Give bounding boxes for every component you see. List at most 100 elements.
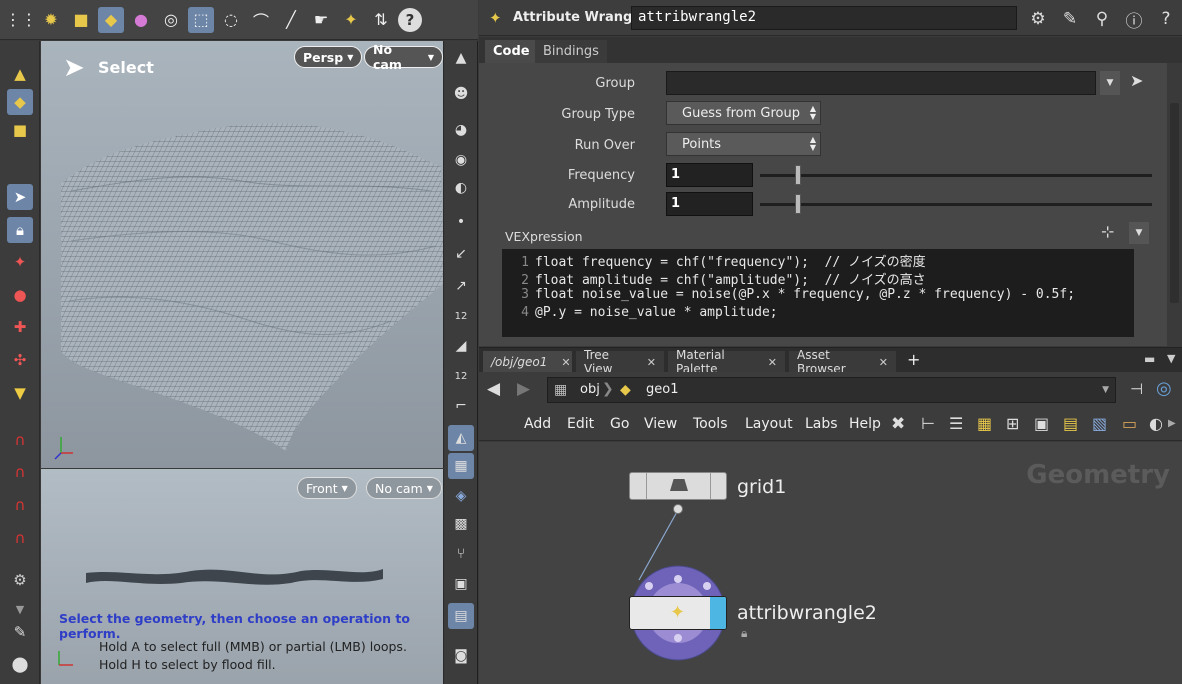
grid1-output-port[interactable] [673,504,683,514]
path-obj[interactable]: obj [580,382,600,397]
laser-select-icon[interactable]: ╱ [278,7,304,33]
vex-code-editor[interactable]: 1 float frequency = chf("frequency"); // … [502,249,1134,337]
chevron-down-icon[interactable]: ▼ [1167,352,1175,365]
template-display-icon[interactable]: ◭ [448,425,474,451]
normal-display-icon[interactable]: ↙ [448,241,474,267]
magnet-icon[interactable]: ∩ [7,525,33,551]
path-geo1[interactable]: geo1 [646,382,678,397]
menu-view[interactable]: View [644,416,677,432]
menu-help[interactable]: Help [849,416,881,432]
chevron-right-icon[interactable]: ▶ [1168,418,1176,429]
amplitude-slider-handle[interactable] [795,194,801,214]
sphere-tool-icon[interactable]: ✹ [38,7,64,33]
shading-icon[interactable]: ◕ [448,117,474,143]
group-dropdown-arrow-icon[interactable]: ▼ [1100,71,1120,95]
pin-icon[interactable]: ⊣ [1130,380,1143,398]
amplitude-field[interactable]: 1 [666,192,753,216]
ghost-display-icon[interactable]: ◈ [448,483,474,509]
tab-code[interactable]: Code [485,40,538,63]
menu-go[interactable]: Go [610,416,629,432]
select-arrow-icon[interactable]: ➤ [1130,71,1143,90]
pivot-tool-icon[interactable]: ✣ [7,347,33,373]
box-tool-icon[interactable]: ■ [68,7,94,33]
menu-layout[interactable]: Layout [745,416,793,432]
scene-tool-icon[interactable]: ⬤ [7,651,33,677]
select-arrow-icon[interactable]: ➤ [7,184,33,210]
paint-tool-icon[interactable]: ✎ [7,619,33,645]
network-editor[interactable]: Geometry grid1 ✦ attribwrangle2 🔒︎ [479,442,1182,684]
chevron-up-icon[interactable]: ▲ [448,45,474,71]
vector-display-icon[interactable]: ↗ [448,273,474,299]
prim-number-icon[interactable]: 12 [448,363,474,389]
transform-tool-icon[interactable]: ◆ [7,89,33,115]
menu-tools[interactable]: Tools [693,416,728,432]
menu-edit[interactable]: Edit [567,416,594,432]
prim-display-icon[interactable]: ◢ [448,333,474,359]
brush-select-icon[interactable]: ⌒ [248,7,274,33]
grid1-node[interactable] [629,472,727,500]
tab-bindings[interactable]: Bindings [535,40,607,63]
pane-menu-icon[interactable]: ▬ [1144,352,1155,366]
close-icon[interactable]: ✕ [561,356,570,369]
tab-tree-view[interactable]: Tree View ✕ [576,348,664,376]
camera-dropdown-button[interactable]: No cam ▼ [364,42,443,72]
perspective-viewport[interactable]: ➤ Select Persp ▼ No cam ▼ [41,41,444,468]
asset-icon[interactable]: ▭ [1122,414,1137,433]
path-field[interactable]: ▦ obj ❯ ◆ geo1 ▼ [547,377,1116,403]
front-camera-dropdown[interactable]: No cam ▼ [366,477,442,499]
lights-icon[interactable]: ☻ [448,81,474,107]
forward-arrow-icon[interactable]: ▶ [517,379,530,399]
chevron-down-icon[interactable]: ▼ [1102,385,1109,395]
frequency-field[interactable]: 1 [666,163,753,187]
background-image-icon[interactable]: ▤ [448,603,474,629]
edge-display-icon[interactable]: ⌐ [448,393,474,419]
attribwrangle2-node[interactable]: ✦ [629,596,727,630]
help-icon[interactable]: ? [398,7,422,32]
magnet-curve-icon[interactable]: ∩ [7,459,33,485]
more-icon[interactable]: ◐ [1149,414,1163,433]
group-type-menu[interactable]: Guess from Group ▲ ▼ [666,101,821,125]
tree-layout-icon[interactable]: ⊢ [921,414,935,433]
run-over-menu[interactable]: Points ▲ ▼ [666,132,821,156]
frequency-slider-handle[interactable] [795,165,801,185]
wrench-icon[interactable]: ✖ [891,414,905,434]
point-dot-icon[interactable]: ● [128,7,154,33]
gear-icon[interactable]: ⚙ [1027,8,1049,30]
pose-tool-icon[interactable]: ✦ [7,249,33,275]
front-view-button[interactable]: Front ▼ [297,477,357,499]
frequency-slider[interactable] [760,174,1152,177]
paintbrush-icon[interactable]: ✎ [1059,8,1081,30]
lasso-select-icon[interactable]: ◌ [218,7,244,33]
select-mode-icon[interactable]: ◆ [98,6,124,33]
close-icon[interactable]: ✕ [879,356,888,369]
parameter-scrollbar[interactable] [1167,63,1182,346]
color-palette-icon[interactable]: ▦ [977,414,992,433]
tab-obj-geo1[interactable]: /obj/geo1 ✕ [483,351,572,373]
menu-add[interactable]: Add [524,416,551,432]
help-icon[interactable]: ? [1155,8,1177,30]
close-icon[interactable]: ✕ [647,356,656,369]
circle-target-icon[interactable]: ◎ [158,7,184,33]
snapshot-icon[interactable]: ◙ [448,643,474,669]
info-icon[interactable]: ⓘ [1123,8,1145,32]
snap-tool-icon[interactable]: ▼ [7,380,33,406]
pack-select-icon[interactable]: ✦ [338,7,364,33]
visibility-eye-icon[interactable]: ◉ [448,147,474,173]
point-display-icon[interactable]: • [448,209,474,235]
link-icon[interactable]: ◎ [1156,378,1172,399]
background-image-icon[interactable]: ▧ [1092,414,1107,433]
add-tab-icon[interactable]: + [907,350,920,369]
uv-display-icon[interactable]: ▩ [448,511,474,537]
chevron-down-icon[interactable]: ▼ [1129,222,1149,244]
magnet-point-icon[interactable]: ∩ [7,492,33,518]
network-box-icon[interactable]: ▣ [1034,414,1049,433]
menu-labs[interactable]: Labs [805,416,838,432]
amplitude-slider[interactable] [760,203,1152,206]
tab-asset-browser[interactable]: Asset Browser ✕ [789,348,896,376]
gear-snap-icon[interactable]: ⚙ [7,567,33,593]
component-tool-icon[interactable]: ■ [7,117,33,143]
camera-view-button[interactable]: Persp ▼ [294,46,363,68]
display-flag[interactable] [710,597,726,629]
tab-material-palette[interactable]: Material Palette ✕ [668,348,785,376]
front-viewport[interactable]: Front ▼ No cam ▼ Select the geometry, then… [41,469,444,684]
